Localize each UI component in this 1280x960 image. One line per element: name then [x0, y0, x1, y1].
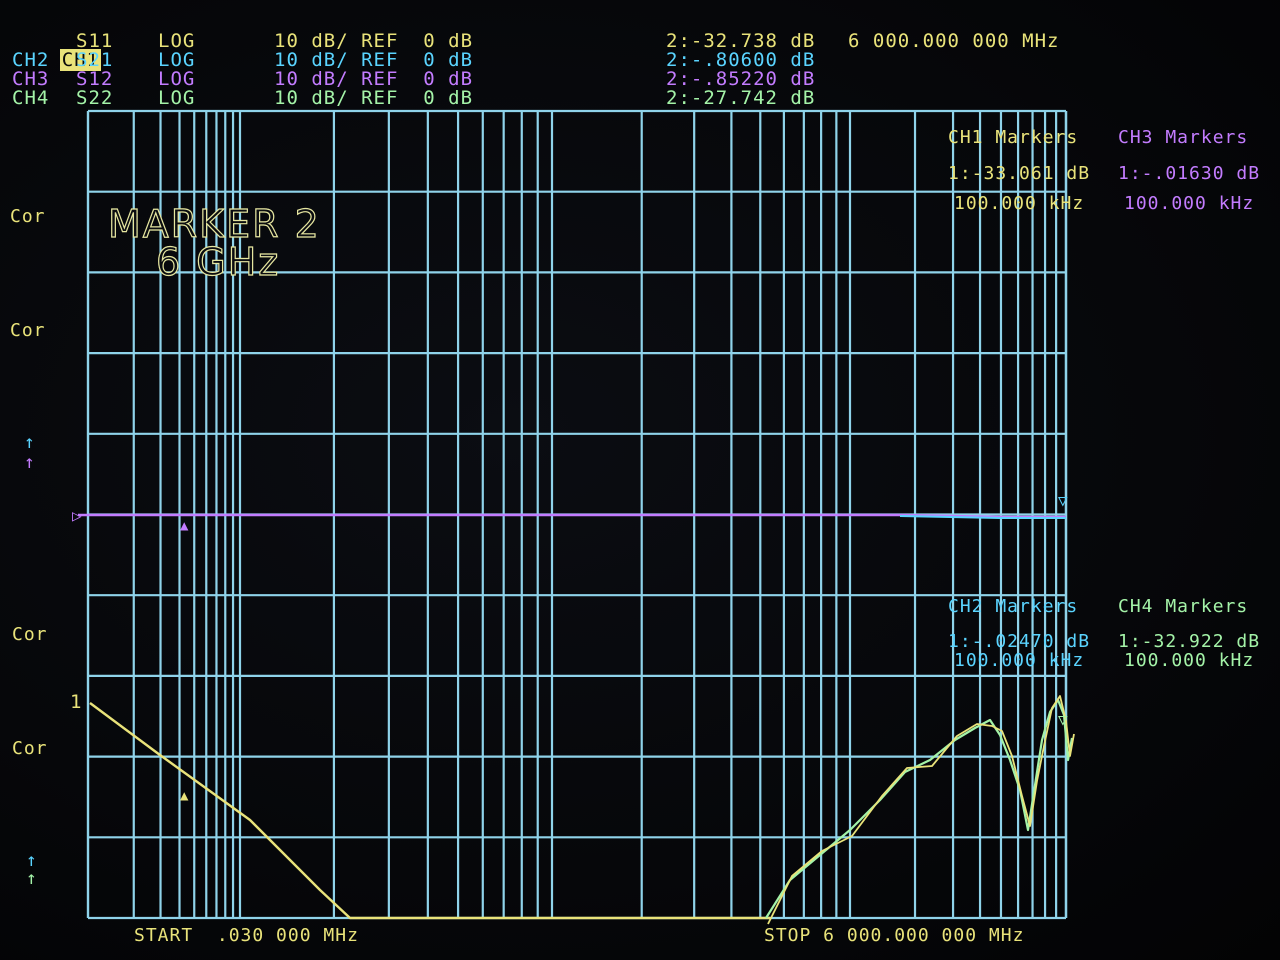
ch2-markers-title: CH2 Markers	[948, 596, 1079, 617]
ch3-marker-value: 1:-.01630 dB	[1118, 163, 1261, 184]
ch3-markers-title: CH3 Markers	[1118, 127, 1249, 148]
ch3-marker-freq: 100.000 kHz	[1124, 193, 1255, 214]
ch3-ref-pointer: ▷	[72, 506, 82, 525]
up-arrow-icon: ↑	[26, 868, 38, 889]
ch1-markers-title: CH1 Markers	[948, 127, 1079, 148]
ch4-marker-value: 1:-32.922 dB	[1118, 631, 1261, 652]
cor-indicator-2: Cor	[10, 320, 46, 341]
analyzer-screen: CH1 S11 LOG 10 dB/ REF 0 dB 2:-32.738 dB…	[0, 0, 1280, 960]
marker-annotation: MARKER 2 6 GHz	[107, 202, 321, 284]
up-arrow-icon: ↑	[24, 452, 36, 473]
ch2-marker-freq: 100.000 kHz	[954, 650, 1085, 671]
ch1-marker-1: ▲	[180, 788, 189, 804]
ch2-marker-value: 1:-.02470 dB	[948, 631, 1091, 652]
annotation-line-1: MARKER 2	[107, 202, 321, 246]
cor-indicator-1: Cor	[10, 206, 46, 227]
up-arrow-icon: ↑	[24, 432, 36, 453]
ch1-marker-value: 1:-33.061 dB	[948, 163, 1091, 184]
plot-area[interactable]: ▷ ▲ ▽ ▲ ▽	[0, 0, 1280, 960]
ref-marker-label: 1	[70, 691, 83, 713]
cor-indicator-3: Cor	[12, 624, 48, 645]
ch4-marker-freq: 100.000 kHz	[1124, 650, 1255, 671]
annotation-line-2: 6 GHz	[155, 240, 281, 284]
ch4-marker-2: ▽	[1058, 710, 1068, 729]
ch2-marker-2: ▽	[1058, 491, 1068, 510]
ch1-marker-freq: 100.000 kHz	[954, 193, 1085, 214]
stop-frequency: STOP 6 000.000 000 MHz	[764, 925, 1025, 946]
ch1-trace-high	[767, 695, 1075, 925]
traces: ▷ ▲ ▽ ▲ ▽	[72, 491, 1075, 925]
ch1-trace	[89, 702, 770, 920]
cor-indicator-4: Cor	[12, 738, 48, 759]
start-frequency: START .030 000 MHz	[134, 925, 359, 946]
ch3-marker-1: ▲	[180, 518, 189, 534]
ch4-markers-title: CH4 Markers	[1118, 596, 1249, 617]
